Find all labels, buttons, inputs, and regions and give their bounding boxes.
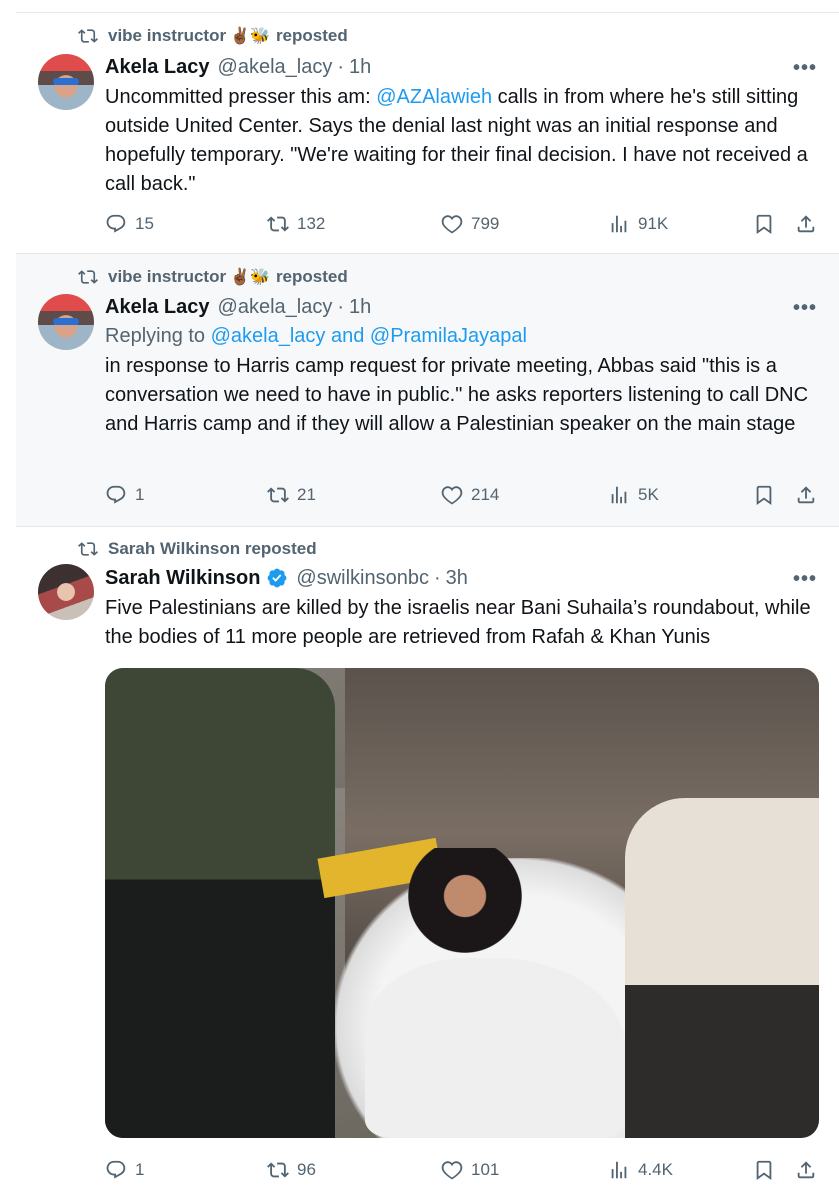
views-button[interactable]: 91K [608,209,668,239]
like-count: 101 [471,1160,500,1179]
reposter-emoji: ✌🏾🐝 [230,269,270,286]
views-button[interactable]: 5K [608,480,659,510]
timestamp[interactable]: 3h [446,567,468,590]
view-count: 4.4K [638,1160,673,1179]
reply-targets[interactable]: @akela_lacy and @PramilaJayapal [211,325,527,347]
repost-count: 96 [297,1160,316,1179]
like-count: 799 [471,214,500,233]
reply-icon [106,485,126,504]
separator-dot: · [434,566,441,589]
repost-icon [267,216,289,232]
repost-button[interactable]: 96 [267,1155,316,1185]
bookmark-button[interactable] [753,480,775,510]
author-handle[interactable]: @akela_lacy [218,296,333,319]
repost-button[interactable]: 132 [267,209,325,239]
author-name[interactable]: Akela Lacy [105,56,210,79]
repost-count: 21 [297,485,316,504]
repost-icon [267,487,289,503]
reply-icon [106,1160,126,1179]
reply-count: 15 [135,214,154,233]
share-button[interactable] [795,209,817,239]
replying-to-prefix: Replying to [105,325,211,347]
bookmark-icon [756,1160,772,1181]
reply-button[interactable]: 1 [105,1155,144,1185]
bookmark-icon [756,485,772,506]
like-count: 214 [471,485,500,504]
more-options-icon[interactable]: ••• [793,568,817,591]
bookmark-button[interactable] [753,209,775,239]
like-button[interactable]: 214 [441,480,499,510]
repost-suffix: reposted [275,267,348,286]
replying-to: Replying to @akela_lacy and @PramilaJaya… [105,325,527,353]
action-bar: 1 96 101 4.4K [105,1155,827,1185]
tweet-header: Sarah Wilkinson @swilkinsonbc · 3h [105,565,468,591]
heart-icon [441,215,463,234]
author-name[interactable]: Sarah Wilkinson [105,567,260,590]
repost-icon [267,1162,289,1178]
views-button[interactable]: 4.4K [608,1155,673,1185]
separator-dot: · [337,295,344,318]
repost-icon [78,542,98,556]
avatar[interactable] [38,564,94,620]
tweet[interactable]: vibe instructor ✌🏾🐝 reposted Akela Lacy … [16,13,839,253]
tweet-text: Uncommitted presser this am: @AZAlawieh … [105,83,830,199]
repost-icon [78,270,98,284]
views-icon [611,1161,627,1179]
timestamp[interactable]: 1h [349,56,371,79]
like-button[interactable]: 101 [441,1155,499,1185]
reply-count: 1 [135,485,145,504]
tweet[interactable]: Sarah Wilkinson reposted Sarah Wilkinson… [16,526,839,1200]
author-handle[interactable]: @swilkinsonbc [296,567,429,590]
tweet-photo[interactable] [105,668,819,1138]
tweet-header: Akela Lacy @akela_lacy · 1h [105,54,371,80]
author-handle[interactable]: @akela_lacy [218,56,333,79]
share-icon [797,486,815,504]
reply-button[interactable]: 1 [105,480,144,510]
mention-link[interactable]: @AZAlawieh [376,86,492,108]
share-button[interactable] [795,1155,817,1185]
repost-context: vibe instructor ✌🏾🐝 reposted [78,24,348,48]
tweet[interactable]: vibe instructor ✌🏾🐝 reposted Akela Lacy … [16,254,839,526]
reply-icon [106,214,126,233]
heart-icon [441,1161,463,1180]
verified-badge-icon [268,568,287,588]
bookmark-button[interactable] [753,1155,775,1185]
like-button[interactable]: 799 [441,209,499,239]
view-count: 5K [638,485,659,504]
views-icon [611,486,627,504]
tweet-header: Akela Lacy @akela_lacy · 1h [105,294,371,320]
author-name[interactable]: Akela Lacy [105,296,210,319]
reposter-name[interactable]: Sarah Wilkinson reposted [108,539,317,559]
repost-icon [78,29,98,43]
timestamp[interactable]: 1h [349,296,371,319]
share-button[interactable] [795,480,817,510]
reply-count: 1 [135,1160,145,1179]
more-options-icon[interactable]: ••• [793,297,817,320]
view-count: 91K [638,214,669,233]
more-options-icon[interactable]: ••• [793,57,817,80]
heart-icon [441,486,463,505]
bookmark-icon [756,214,772,235]
avatar[interactable] [38,54,94,110]
share-icon [797,215,815,233]
reposter-emoji: ✌🏾🐝 [230,28,270,45]
repost-button[interactable]: 21 [267,480,316,510]
action-bar: 1 21 214 5K [105,480,827,510]
repost-context: vibe instructor ✌🏾🐝 reposted [78,265,348,289]
separator-dot: · [337,55,344,78]
views-icon [611,215,627,233]
action-bar: 15 132 799 91K [105,209,827,239]
share-icon [797,1161,815,1179]
reply-button[interactable]: 15 [105,209,154,239]
repost-suffix: reposted [275,26,348,45]
repost-count: 132 [297,214,326,233]
reposter-name[interactable]: vibe instructor [108,26,226,46]
reposter-name[interactable]: vibe instructor [108,267,226,287]
repost-context: Sarah Wilkinson reposted [78,537,317,561]
text-segment: Uncommitted presser this am: [105,86,377,108]
avatar[interactable] [38,294,94,350]
tweet-text: Five Palestinians are killed by the isra… [105,597,811,648]
tweet-text: in response to Harris camp request for p… [105,355,809,435]
